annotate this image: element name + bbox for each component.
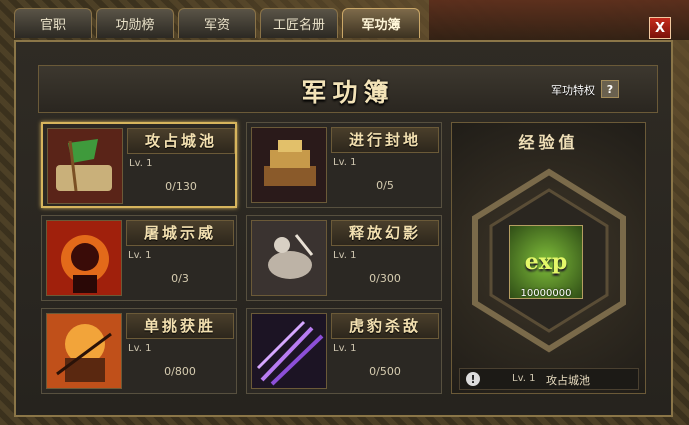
arrows-icon	[251, 313, 327, 389]
exp-icon-text: exp	[524, 249, 568, 275]
achievement-name: 单挑获胜	[126, 313, 234, 339]
tab-bar: 官职 功勋榜 军资 工匠名册 军功簿	[14, 8, 420, 40]
tab-merit-book[interactable]: 军功簿	[342, 8, 420, 38]
achievement-progress: 0/500	[369, 365, 401, 378]
experience-panel: 经验值 exp 10000000	[451, 122, 646, 394]
achievement-card-duel[interactable]: 单挑获胜 Lv. 1 0/800	[41, 308, 237, 394]
tab-supplies[interactable]: 军资	[178, 8, 256, 38]
help-icon[interactable]: ?	[601, 80, 619, 98]
achievement-level: Lv. 1	[333, 343, 357, 354]
achievement-name: 虎豹杀敌	[331, 313, 439, 339]
achievement-card-capture-city[interactable]: 攻占城池 Lv. 1 0/130	[41, 122, 237, 208]
achievement-progress: 0/3	[171, 272, 189, 285]
massacre-icon	[46, 220, 122, 296]
exp-footer-name: 攻占城池	[546, 374, 590, 387]
captured-city-icon	[47, 128, 123, 204]
tab-merit-ranking[interactable]: 功勋榜	[96, 8, 174, 38]
achievement-card-phantom[interactable]: 释放幻影 Lv. 1 0/300	[246, 215, 442, 301]
achievement-progress: 0/800	[164, 365, 196, 378]
phantom-rider-icon	[251, 220, 327, 296]
achievement-name: 屠城示威	[126, 220, 234, 246]
achievement-card-massacre[interactable]: 屠城示威 Lv. 1 0/3	[41, 215, 237, 301]
tab-officials[interactable]: 官职	[14, 8, 92, 38]
achievement-card-fiefdom[interactable]: 进行封地 Lv. 1 0/5	[246, 122, 442, 208]
achievement-card-tiger-leopard[interactable]: 虎豹杀敌 Lv. 1 0/500	[246, 308, 442, 394]
experience-title: 经验值	[518, 133, 579, 152]
achievement-name: 释放幻影	[331, 220, 439, 246]
alert-icon: !	[466, 372, 480, 386]
seal-chest-icon	[251, 127, 327, 203]
exp-value: 10000000	[520, 288, 572, 299]
exp-footer-level: Lv. 1	[512, 373, 536, 384]
tab-craftsman-roster[interactable]: 工匠名册	[260, 8, 338, 38]
close-button[interactable]: X	[649, 17, 671, 39]
achievement-progress: 0/130	[165, 180, 197, 193]
privilege-label[interactable]: 军功特权	[551, 82, 595, 98]
achievement-progress: 0/300	[369, 272, 401, 285]
achievement-name: 进行封地	[331, 127, 439, 153]
header-bar: 军功簿 军功特权 ?	[38, 65, 658, 113]
achievement-level: Lv. 1	[129, 158, 153, 169]
achievement-name: 攻占城池	[127, 128, 235, 154]
achievement-level: Lv. 1	[333, 250, 357, 261]
achievement-level: Lv. 1	[128, 250, 152, 261]
achievement-level: Lv. 1	[333, 157, 357, 168]
exp-footer: ! Lv. 1 攻占城池	[459, 368, 639, 390]
achievement-level: Lv. 1	[128, 343, 152, 354]
duel-icon	[46, 313, 122, 389]
achievement-progress: 0/5	[376, 179, 394, 192]
